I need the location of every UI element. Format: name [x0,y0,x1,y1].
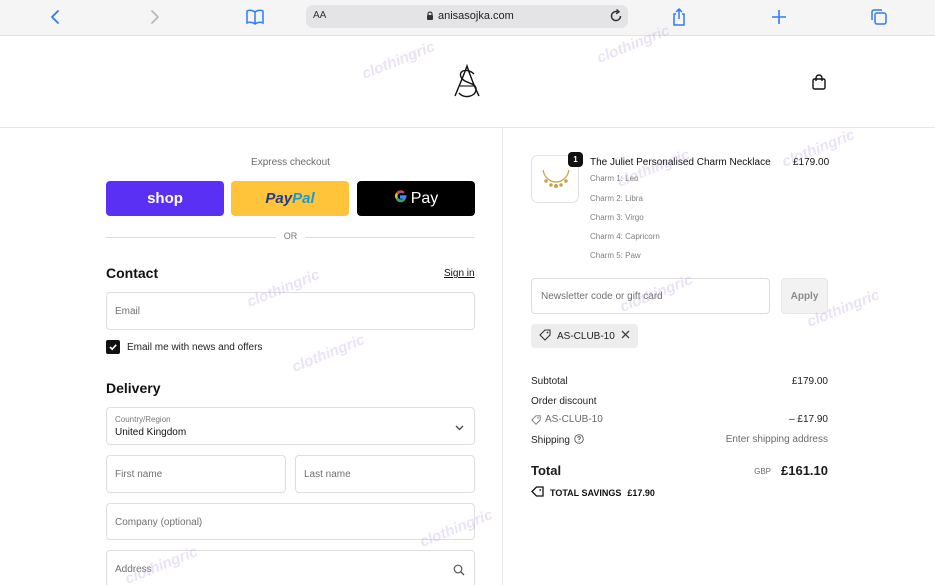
paypal-label-part-1: Pay [265,190,293,207]
checkmark-icon [109,344,117,351]
url-text: anisasojka.com [438,10,514,22]
charm-option: Charm 2: Libra [590,194,643,203]
currency-code: GBP [754,467,771,476]
tabs-overview-icon[interactable] [867,6,891,28]
shop-pay-label: shop [147,190,183,207]
tag-icon [539,328,551,344]
google-pay-button[interactable]: Pay [357,181,475,216]
back-chevron-icon[interactable] [43,6,67,28]
newsletter-checkbox-row[interactable]: Email me with news and offers [106,340,262,354]
url-display: anisasojka.com [426,10,514,22]
order-discount-row: Order discount [531,396,828,410]
newsletter-checkbox[interactable] [106,340,120,354]
country-select-label: Country/Region [115,415,171,424]
charm-option: Charm 4: Capricorn [590,232,660,241]
subtotal-row: Subtotal £179.00 [531,376,828,390]
chevron-down-icon [455,423,464,434]
total-savings-row: TOTAL SAVINGS £17.90 [531,486,655,499]
company-placeholder: Company (optional) [115,517,203,528]
forward-chevron-icon[interactable] [143,6,167,28]
email-placeholder: Email [115,306,141,317]
discount-code-label: AS-CLUB-10 [531,414,603,425]
discount-value: – £17.90 [789,414,828,425]
or-label: OR [283,231,298,241]
total-row: Total GBP £161.10 [531,462,828,480]
total-value: £161.10 [781,463,828,478]
email-field[interactable]: Email [106,292,475,330]
divider-line [305,237,475,238]
sign-in-link[interactable]: Sign in [444,268,475,279]
last-name-field[interactable]: Last name [295,455,475,493]
address-bar[interactable]: AA anisasojka.com [306,5,628,28]
tag-icon [531,414,541,425]
shop-pay-button[interactable]: shop [106,181,224,216]
contact-heading: Contact [106,265,159,281]
share-icon[interactable] [667,6,691,28]
discount-code-text: AS-CLUB-10 [545,414,603,425]
order-summary-column: 1 The Juliet Personalised Charm Necklace… [504,128,935,585]
country-select[interactable]: Country/Region United Kingdom [106,407,475,445]
charm-option: Charm 3: Virgo [590,213,644,222]
last-name-placeholder: Last name [304,469,351,480]
reload-icon[interactable] [608,8,624,27]
discount-code-row: AS-CLUB-10 – £17.90 [531,414,828,428]
google-g-icon [394,189,408,208]
store-logo[interactable] [452,62,482,102]
savings-tag-icon [531,486,544,499]
google-pay-label: Pay [410,189,439,207]
remove-discount-close-icon[interactable] [621,330,630,342]
help-circle-icon[interactable] [574,434,584,447]
lock-icon [427,11,433,20]
first-name-placeholder: First name [115,469,163,480]
shipping-value: Enter shipping address [725,434,828,445]
or-divider: OR [106,230,475,244]
bookmarks-book-icon[interactable] [243,6,267,28]
search-icon [453,564,465,579]
total-label: Total [531,463,562,478]
text-size-button[interactable]: AA [313,10,326,21]
total-savings-label: TOTAL SAVINGS [550,487,622,498]
charm-option: Charm 5: Paw [590,251,641,260]
delivery-heading: Delivery [106,380,161,396]
newsletter-label: Email me with news and offers [127,341,263,353]
shipping-row: Shipping Enter shipping address [531,434,828,448]
order-discount-label: Order discount [531,396,597,407]
store-header [0,37,935,128]
applied-discount-code: AS-CLUB-10 [557,330,615,342]
subtotal-label: Subtotal [531,376,568,387]
applied-discount-chip: AS-CLUB-10 [531,324,638,348]
browser-toolbar: AA anisasojka.com [0,0,935,36]
express-checkout-label: Express checkout [251,157,330,168]
total-savings-value: £17.90 [627,487,655,498]
shopping-bag-icon[interactable] [810,73,828,96]
checkout-form-column: Express checkout shop Pay Pal Pay OR Cont… [0,128,503,585]
paypal-label-part-2: Pal [292,190,315,207]
shipping-label-group: Shipping [531,434,584,447]
paypal-button[interactable]: Pay Pal [231,181,349,216]
new-tab-plus-icon[interactable] [767,6,791,28]
quantity-badge: 1 [568,152,583,167]
as-monogram-logo [454,63,480,98]
country-select-value: United Kingdom [115,427,187,438]
shipping-label: Shipping [531,435,570,446]
first-name-field[interactable]: First name [106,455,286,493]
subtotal-value: £179.00 [791,376,828,387]
